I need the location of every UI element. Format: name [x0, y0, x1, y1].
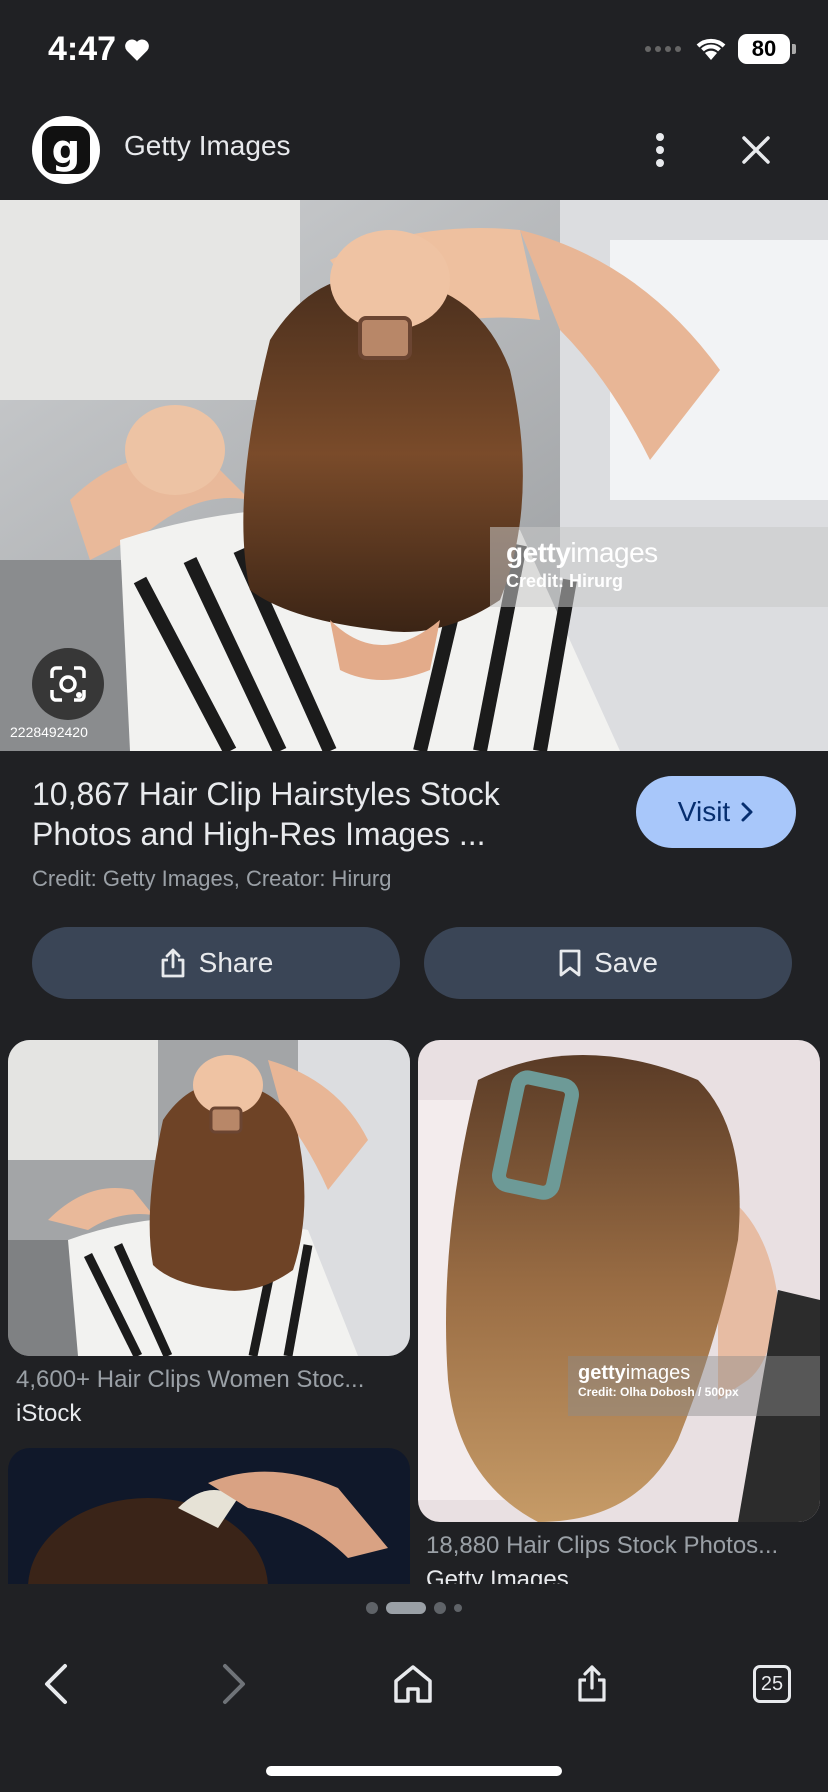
- share-icon: [161, 948, 185, 978]
- watermark: gettyimages Credit: Hirurg: [490, 527, 828, 607]
- signal-icon: [645, 46, 681, 52]
- home-indicator[interactable]: [266, 1766, 562, 1776]
- page-dot: [366, 1602, 378, 1614]
- watermark-credit: Credit: Hirurg: [506, 571, 623, 591]
- battery-indicator: 80: [738, 34, 796, 64]
- share-button[interactable]: Share: [32, 927, 400, 999]
- close-icon: [742, 136, 770, 164]
- home-button[interactable]: [383, 1654, 443, 1714]
- result-credit: Credit: Getty Images, Creator: Hirurg: [32, 866, 392, 891]
- chevron-right-icon: [223, 1664, 245, 1704]
- chevron-left-icon: [45, 1664, 67, 1704]
- page-dot: [434, 1602, 446, 1614]
- hero-photo: [0, 200, 828, 751]
- clock-text: 4:47: [48, 30, 117, 68]
- more-options-button[interactable]: [640, 122, 680, 178]
- wifi-icon: [696, 38, 726, 60]
- browser-toolbar: 25: [0, 1636, 828, 1732]
- thumbnail-photo: [8, 1040, 410, 1356]
- site-logo-letter: g: [42, 126, 90, 174]
- visit-label: Visit: [677, 796, 731, 827]
- related-results-grid: 4,600+ Hair Clips Women Stoc... iStock g…: [0, 1040, 828, 1584]
- back-button[interactable]: [26, 1654, 86, 1714]
- result-card[interactable]: 4,600+ Hair Clips Women Stoc... iStock: [8, 1040, 410, 1428]
- result-title[interactable]: 10,867 Hair Clip Hairstyles Stock Photos…: [32, 774, 592, 854]
- share-label: Share: [198, 947, 274, 978]
- site-logo[interactable]: g: [32, 116, 100, 184]
- page-dot: [454, 1604, 462, 1612]
- image-id: 2228492420: [10, 724, 88, 740]
- page-indicator: [0, 1602, 828, 1614]
- more-vert-icon: [656, 133, 664, 167]
- share-page-button[interactable]: [562, 1654, 622, 1714]
- watermark-brand: gettyimages: [506, 537, 658, 568]
- heart-icon: [125, 38, 149, 61]
- tabs-button[interactable]: 25: [742, 1654, 802, 1714]
- save-label: Save: [594, 947, 658, 978]
- result-source: Getty Images: [426, 1566, 569, 1584]
- home-icon: [394, 1665, 432, 1703]
- status-bar: 4:47 80: [0, 0, 828, 100]
- thumbnail-photo: [418, 1040, 820, 1522]
- status-time: 4:47: [48, 30, 150, 69]
- result-thumbnail[interactable]: gettyimages Credit: Olha Dobosh / 500px: [418, 1040, 820, 1522]
- close-button[interactable]: [730, 122, 782, 178]
- thumbnail-photo: [8, 1448, 410, 1584]
- result-caption: 4,600+ Hair Clips Women Stoc...: [16, 1366, 365, 1393]
- thumbnail-watermark: gettyimages Credit: Olha Dobosh / 500px: [568, 1356, 820, 1416]
- result-caption: 18,880 Hair Clips Stock Photos...: [426, 1532, 779, 1559]
- result-card[interactable]: gettyimages Credit: Olha Dobosh / 500px …: [418, 1040, 820, 1584]
- tab-count: 25: [753, 1665, 791, 1703]
- result-thumbnail[interactable]: [8, 1040, 410, 1356]
- google-lens-button[interactable]: [32, 648, 104, 720]
- result-source: iStock: [16, 1400, 82, 1427]
- result-thumbnail[interactable]: [8, 1448, 410, 1584]
- forward-button[interactable]: [204, 1654, 264, 1714]
- bookmark-icon: [559, 949, 581, 977]
- page-dot-active: [386, 1602, 426, 1614]
- hero-image[interactable]: gettyimages Credit: Hirurg 2228492420: [0, 200, 828, 751]
- site-header: g Getty Images: [0, 100, 828, 200]
- visit-button[interactable]: Visit: [636, 776, 796, 848]
- result-card[interactable]: [8, 1448, 410, 1584]
- share-icon: [578, 1665, 606, 1702]
- lens-icon: [50, 666, 86, 702]
- chevron-right-icon: [741, 802, 753, 822]
- status-indicators: 80: [644, 34, 796, 64]
- site-name[interactable]: Getty Images: [124, 130, 291, 162]
- save-button[interactable]: Save: [424, 927, 792, 999]
